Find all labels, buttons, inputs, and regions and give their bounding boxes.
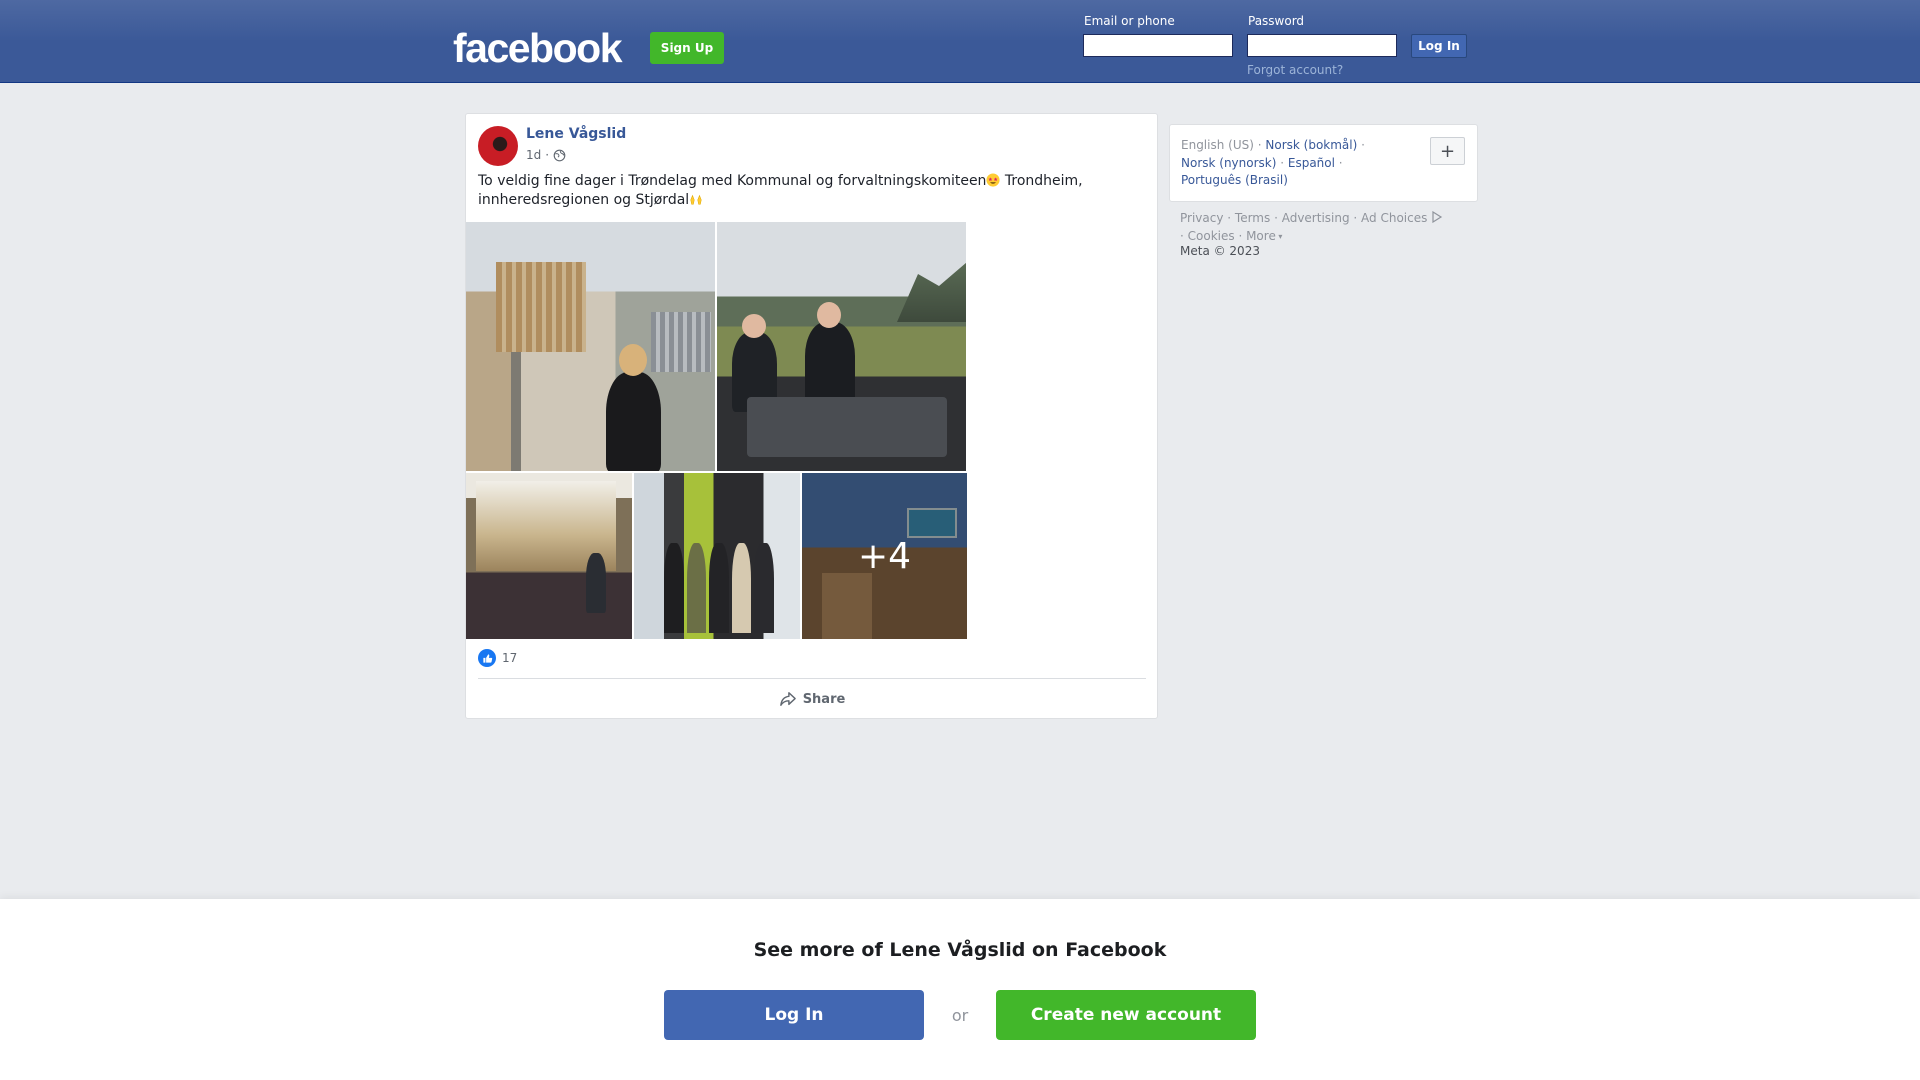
banner-title: See more of Lene Vågslid on Facebook (753, 939, 1167, 961)
action-divider (478, 678, 1146, 679)
post-photo-5-more[interactable]: +4 (802, 473, 967, 639)
photo-person-shape (805, 322, 855, 407)
star-struck-emoji-icon (986, 173, 1000, 187)
footer-link-ad-choices[interactable]: Ad Choices (1361, 211, 1427, 225)
password-label: Password (1248, 14, 1305, 28)
footer-link-more[interactable]: More (1246, 229, 1276, 243)
chevron-down-icon[interactable]: ▾ (1276, 232, 1282, 241)
language-norsk-nynorsk[interactable]: Norsk (nynorsk) (1181, 156, 1276, 170)
meta-separator: · (545, 148, 550, 162)
photo-person-head (619, 344, 647, 376)
login-prompt-banner: See more of Lene Vågslid on Facebook Log… (0, 899, 1920, 1080)
email-field[interactable] (1083, 34, 1233, 57)
photo-person-shape (606, 372, 661, 471)
reactions-summary[interactable]: 17 (478, 649, 517, 667)
post-meta: 1d · (526, 148, 566, 162)
copyright-text: Meta © 2023 (1180, 244, 1260, 258)
footer-link-advertising[interactable]: Advertising (1282, 211, 1350, 225)
author-avatar[interactable] (478, 126, 518, 166)
post-text-part-1: To veldig fine dager i Trøndelag med Kom… (478, 173, 987, 189)
footer-links: Privacy · Terms · Advertising · Ad Choic… (1180, 209, 1480, 246)
password-field[interactable] (1247, 34, 1397, 57)
language-norsk-bokmal[interactable]: Norsk (bokmål) (1265, 138, 1357, 152)
author-name-link[interactable]: Lene Vågslid (526, 126, 626, 142)
create-new-account-button[interactable]: Create new account (996, 990, 1256, 1040)
post-card: Lene Vågslid 1d · To veldig fine dager i… (465, 113, 1158, 719)
email-label: Email or phone (1084, 14, 1175, 28)
language-portugues-brasil[interactable]: Português (Brasil) (1181, 173, 1288, 187)
language-list: English (US) · Norsk (bokmål) · Norsk (n… (1181, 138, 1365, 187)
photo-person-head (742, 314, 766, 338)
raising-hands-emoji-icon (690, 194, 702, 205)
like-icon (478, 649, 496, 667)
more-photos-overlay[interactable]: +4 (802, 473, 967, 639)
language-espanol[interactable]: Español (1288, 156, 1335, 170)
forgot-account-link[interactable]: Forgot account? (1247, 63, 1343, 77)
footer-link-terms[interactable]: Terms (1235, 211, 1270, 225)
facebook-logo[interactable]: facebook (453, 24, 623, 72)
globe-icon (553, 149, 566, 161)
share-icon (779, 692, 796, 706)
sign-up-button[interactable]: Sign Up (650, 32, 724, 64)
more-photos-count: +4 (857, 535, 912, 577)
post-timestamp[interactable]: 1d (526, 148, 541, 162)
photo-person-head (817, 302, 841, 328)
log-in-button[interactable]: Log In (1411, 34, 1467, 58)
language-english-us: English (US) (1181, 138, 1254, 152)
post-photo-1[interactable] (466, 222, 715, 471)
ad-choices-icon (1432, 211, 1443, 223)
share-label: Share (802, 691, 846, 707)
photo-building-shape (496, 262, 586, 352)
add-language-button[interactable]: + (1430, 137, 1465, 165)
post-text: To veldig fine dager i Trøndelag med Kom… (478, 172, 1138, 210)
top-navigation-bar: facebook Sign Up Email or phone Password… (0, 0, 1920, 83)
reaction-count: 17 (502, 651, 518, 665)
photo-building-shape (651, 312, 711, 372)
photo-person-shape (586, 553, 606, 613)
photo-hill-shape (897, 262, 966, 322)
photo-model-table (747, 397, 947, 457)
post-photo-4[interactable] (634, 473, 800, 639)
banner-log-in-button[interactable]: Log In (664, 990, 924, 1040)
banner-or-separator: or (951, 1005, 969, 1025)
share-button[interactable]: Share (478, 683, 1146, 715)
post-photo-3[interactable] (466, 473, 632, 639)
post-photo-2[interactable] (717, 222, 966, 471)
language-selector-box: English (US) · Norsk (bokmål) · Norsk (n… (1169, 124, 1478, 202)
footer-link-cookies[interactable]: Cookies (1188, 229, 1235, 243)
footer-link-privacy[interactable]: Privacy (1180, 211, 1223, 225)
photo-group-shape (664, 543, 774, 633)
